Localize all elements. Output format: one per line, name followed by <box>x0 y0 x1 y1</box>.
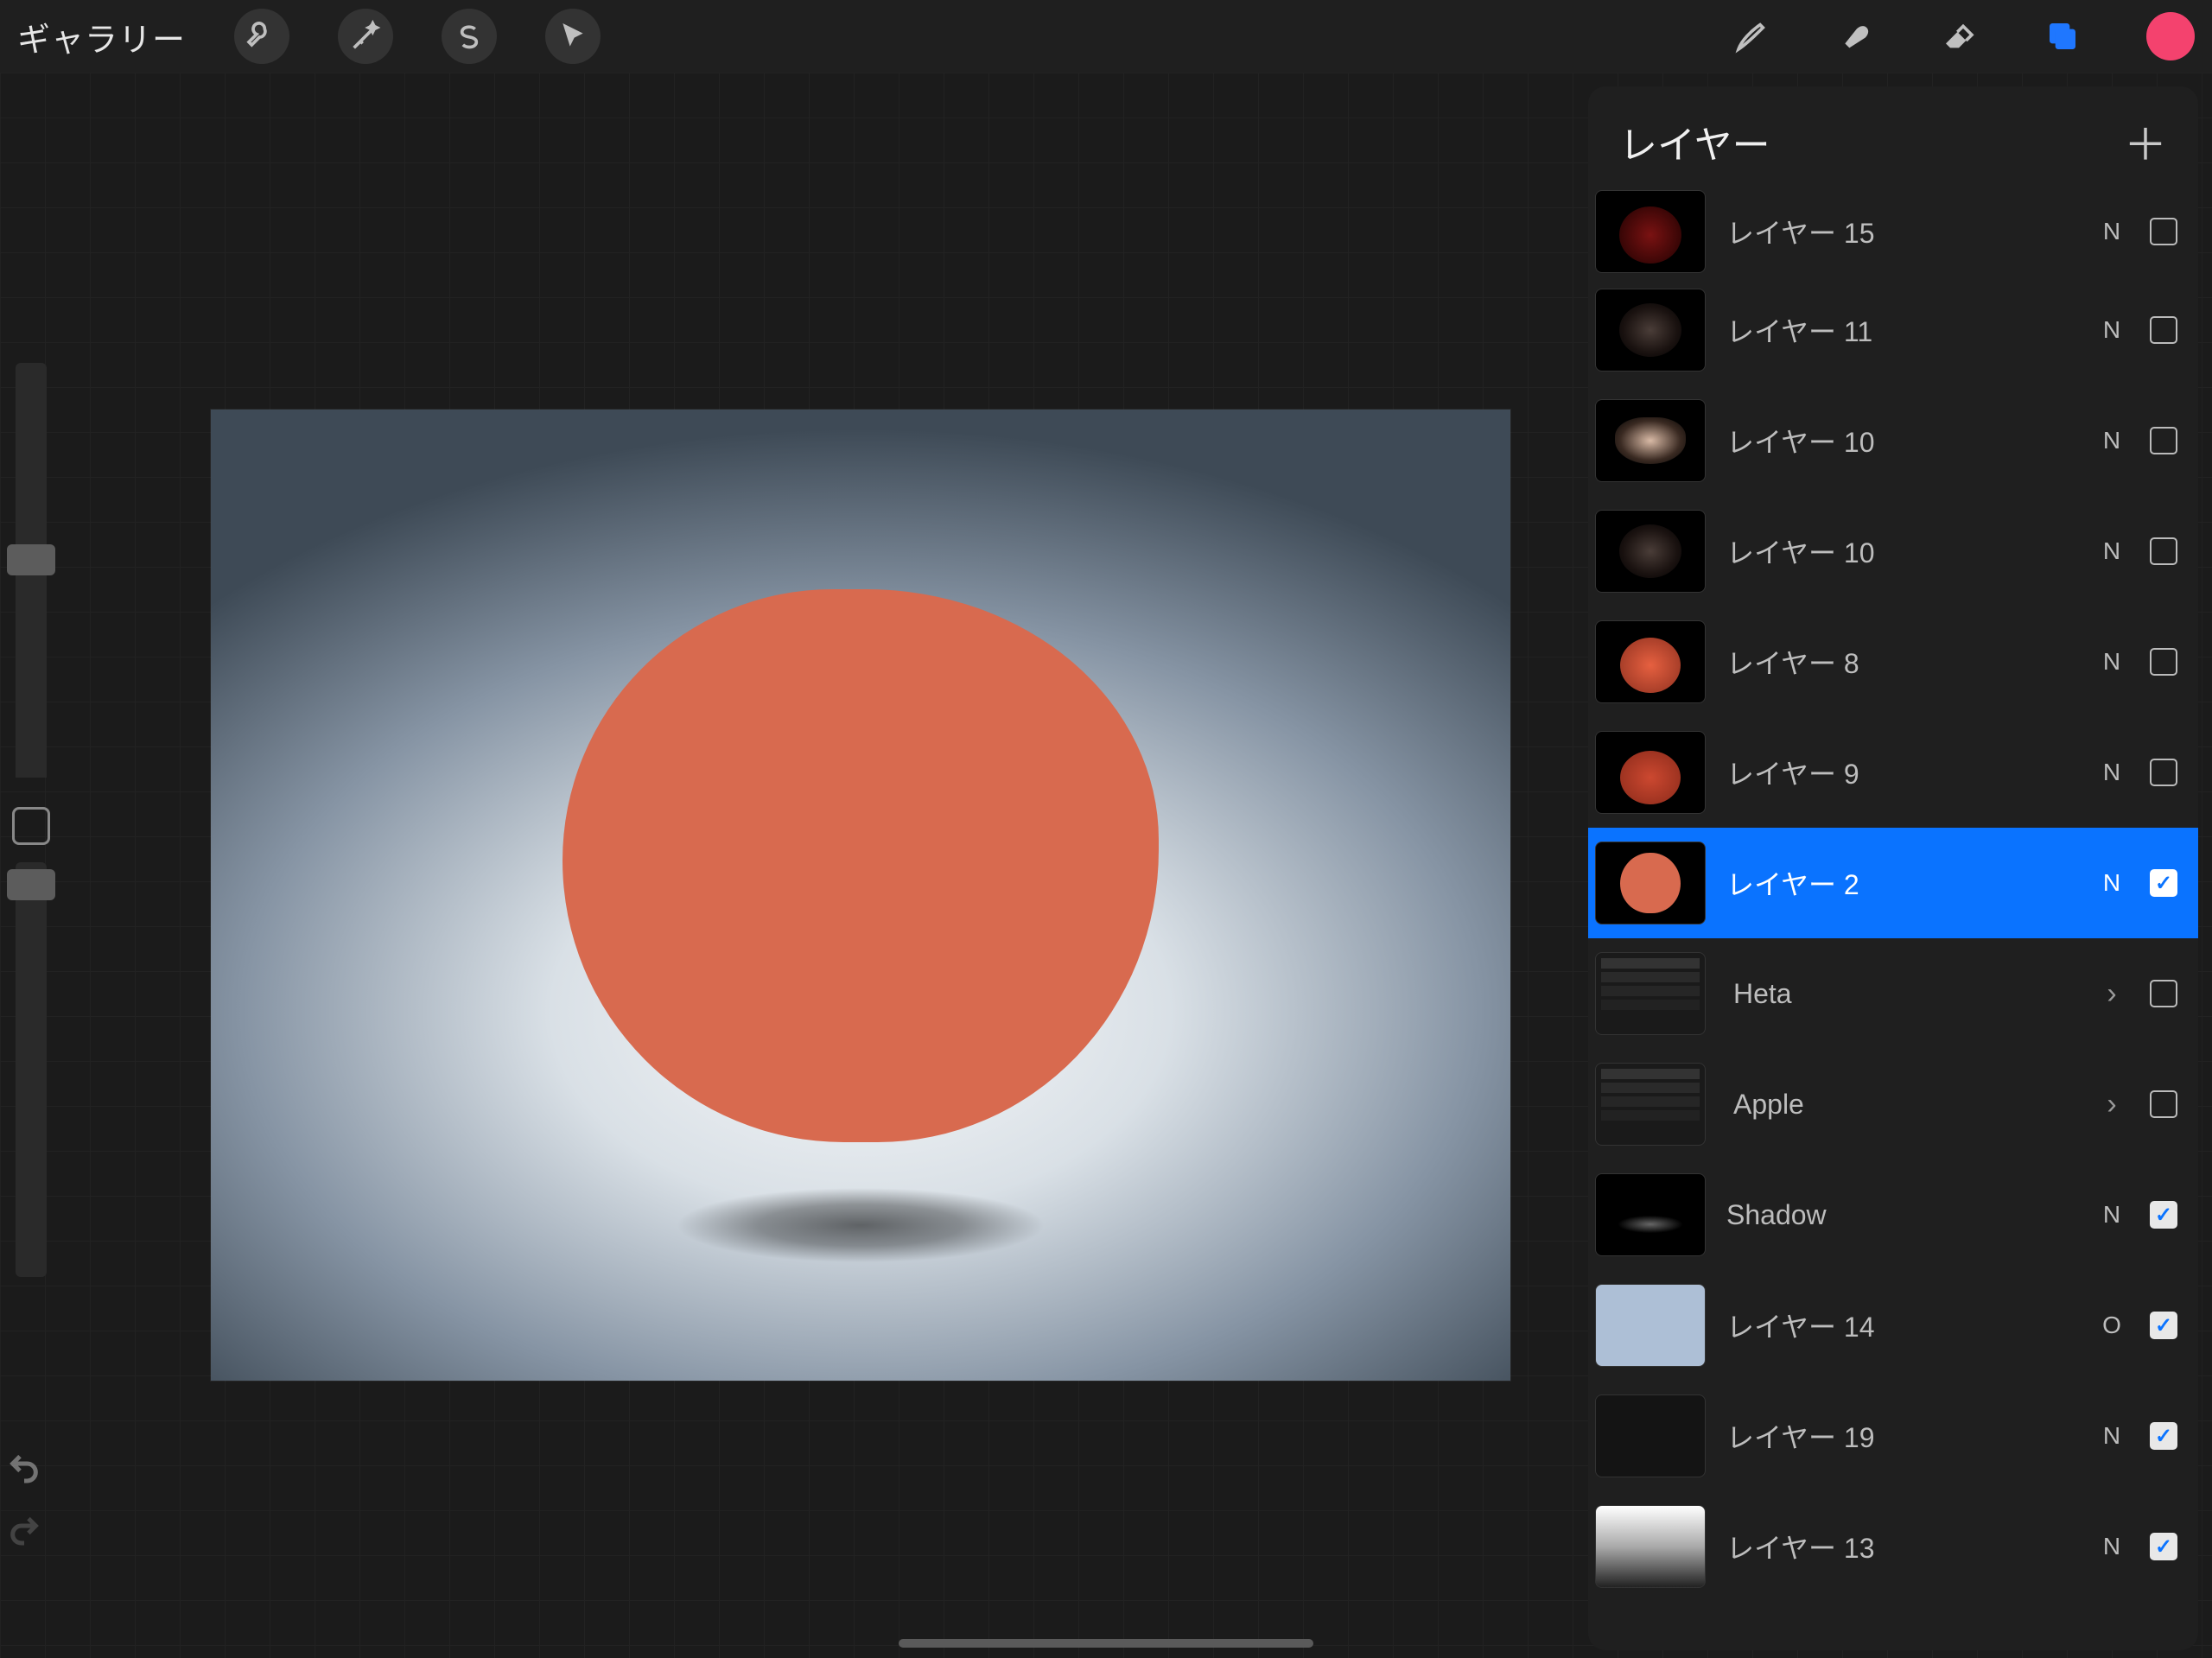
layer-thumbnail[interactable] <box>1595 731 1706 814</box>
brush-size-slider[interactable] <box>16 363 47 778</box>
layer-thumbnail[interactable] <box>1595 1394 1706 1477</box>
layer-label: レイヤー 13 <box>1726 1527 2074 1566</box>
layer-label: Heta <box>1733 978 2074 1010</box>
layer-label: レイヤー 11 <box>1726 310 2074 350</box>
layer-blend-mode[interactable]: N <box>2094 1533 2129 1560</box>
selection-s-icon <box>449 16 489 56</box>
layer-label: レイヤー 10 <box>1726 421 2074 461</box>
chevron-right-icon[interactable]: › <box>2094 1088 2129 1121</box>
layer-visibility-checkbox[interactable] <box>2150 869 2177 897</box>
arrow-cursor-icon <box>553 16 593 56</box>
layer-visibility-checkbox[interactable] <box>2150 1422 2177 1450</box>
smudge-tool-button[interactable] <box>1835 16 1875 56</box>
layer-row[interactable]: Shadow N <box>1588 1159 2198 1270</box>
layer-label: Apple <box>1733 1089 2074 1121</box>
gallery-button[interactable]: ギャラリー <box>17 13 186 60</box>
adjustments-button[interactable] <box>338 9 393 64</box>
layer-row[interactable]: レイヤー 9 N <box>1588 717 2198 828</box>
layer-label: レイヤー 15 <box>1726 212 2074 251</box>
top-toolbar: ギャラリー <box>0 0 2212 73</box>
layer-label: レイヤー 14 <box>1726 1305 2074 1345</box>
layer-row[interactable]: レイヤー 8 N <box>1588 607 2198 717</box>
layer-blend-mode[interactable]: N <box>2094 648 2129 676</box>
canvas-shadow-shape <box>606 1173 1116 1277</box>
layer-visibility-checkbox[interactable] <box>2150 1201 2177 1229</box>
layer-label: レイヤー 9 <box>1726 753 2074 792</box>
layer-visibility-checkbox[interactable] <box>2150 980 2177 1007</box>
layer-row[interactable]: レイヤー 14 O <box>1588 1270 2198 1381</box>
layer-blend-mode[interactable]: N <box>2094 869 2129 897</box>
layer-label: レイヤー 2 <box>1726 863 2074 903</box>
layers-panel: レイヤー ＋ レイヤー 15Nレイヤー 11Nレイヤー 10Nレイヤー 10Nレ… <box>1588 86 2198 1650</box>
layer-label: レイヤー 8 <box>1726 642 2074 682</box>
eraser-tool-button[interactable] <box>1939 16 1979 56</box>
layer-row[interactable]: レイヤー 15 N <box>1588 188 2198 275</box>
layer-blend-mode[interactable]: N <box>2094 427 2129 454</box>
layer-visibility-checkbox[interactable] <box>2150 537 2177 565</box>
layer-thumbnail[interactable] <box>1595 1063 1706 1146</box>
slider-thumb[interactable] <box>7 869 55 900</box>
layer-blend-mode[interactable]: N <box>2094 537 2129 565</box>
home-indicator[interactable] <box>899 1639 1313 1648</box>
layer-blend-mode[interactable]: O <box>2094 1312 2129 1339</box>
layer-thumbnail[interactable] <box>1595 620 1706 703</box>
layer-thumbnail[interactable] <box>1595 1173 1706 1256</box>
layer-visibility-checkbox[interactable] <box>2150 1312 2177 1339</box>
magic-wand-icon <box>346 16 385 56</box>
layers-list[interactable]: レイヤー 15Nレイヤー 11Nレイヤー 10Nレイヤー 10Nレイヤー 8Nレ… <box>1588 188 2198 1650</box>
add-layer-button[interactable]: ＋ <box>2124 111 2167 173</box>
layer-label: レイヤー 19 <box>1726 1416 2074 1456</box>
undo-button[interactable] <box>7 1451 48 1492</box>
layer-group-row[interactable]: Heta › <box>1588 938 2198 1049</box>
layers-button[interactable] <box>2043 16 2082 56</box>
layer-thumbnail[interactable] <box>1595 842 1706 924</box>
layer-row[interactable]: レイヤー 10 N <box>1588 496 2198 607</box>
layer-row[interactable]: レイヤー 11 N <box>1588 275 2198 385</box>
wrench-icon <box>242 16 282 56</box>
slider-thumb[interactable] <box>7 544 55 575</box>
layer-label: レイヤー 10 <box>1726 531 2074 571</box>
layer-visibility-checkbox[interactable] <box>2150 427 2177 454</box>
transform-button[interactable] <box>545 9 601 64</box>
selection-button[interactable] <box>442 9 497 64</box>
redo-button[interactable] <box>7 1513 48 1554</box>
layer-thumbnail[interactable] <box>1595 510 1706 593</box>
canvas-apple-shape <box>563 589 1159 1142</box>
layer-thumbnail[interactable] <box>1595 1284 1706 1367</box>
undo-redo-group <box>7 1451 48 1554</box>
layer-visibility-checkbox[interactable] <box>2150 1533 2177 1560</box>
layer-row[interactable]: レイヤー 10 N <box>1588 385 2198 496</box>
layer-thumbnail[interactable] <box>1595 190 1706 273</box>
layer-blend-mode[interactable]: N <box>2094 759 2129 786</box>
layer-thumbnail[interactable] <box>1595 399 1706 482</box>
layer-visibility-checkbox[interactable] <box>2150 648 2177 676</box>
artboard[interactable] <box>211 410 1510 1381</box>
layer-thumbnail[interactable] <box>1595 952 1706 1035</box>
layer-row[interactable]: レイヤー 2 N <box>1588 828 2198 938</box>
modify-button[interactable] <box>12 807 50 845</box>
layer-visibility-checkbox[interactable] <box>2150 759 2177 786</box>
layer-thumbnail[interactable] <box>1595 289 1706 372</box>
color-picker-button[interactable] <box>2146 12 2195 60</box>
layer-row[interactable]: レイヤー 13 N <box>1588 1491 2198 1602</box>
layer-visibility-checkbox[interactable] <box>2150 316 2177 344</box>
brush-tool-button[interactable] <box>1732 16 1771 56</box>
brush-opacity-slider[interactable] <box>16 862 47 1277</box>
layer-thumbnail[interactable] <box>1595 1505 1706 1588</box>
layer-visibility-checkbox[interactable] <box>2150 1090 2177 1118</box>
layer-group-row[interactable]: Apple › <box>1588 1049 2198 1159</box>
layer-blend-mode[interactable]: N <box>2094 1422 2129 1450</box>
left-sidebar <box>0 363 62 1296</box>
layer-visibility-checkbox[interactable] <box>2150 218 2177 245</box>
layer-label: Shadow <box>1726 1199 2074 1231</box>
layer-blend-mode[interactable]: N <box>2094 1201 2129 1229</box>
layers-panel-title: レイヤー <box>1619 114 1770 169</box>
layer-blend-mode[interactable]: N <box>2094 316 2129 344</box>
layer-row[interactable]: レイヤー 19 N <box>1588 1381 2198 1491</box>
chevron-right-icon[interactable]: › <box>2094 977 2129 1011</box>
actions-button[interactable] <box>234 9 289 64</box>
layer-blend-mode[interactable]: N <box>2094 218 2129 245</box>
